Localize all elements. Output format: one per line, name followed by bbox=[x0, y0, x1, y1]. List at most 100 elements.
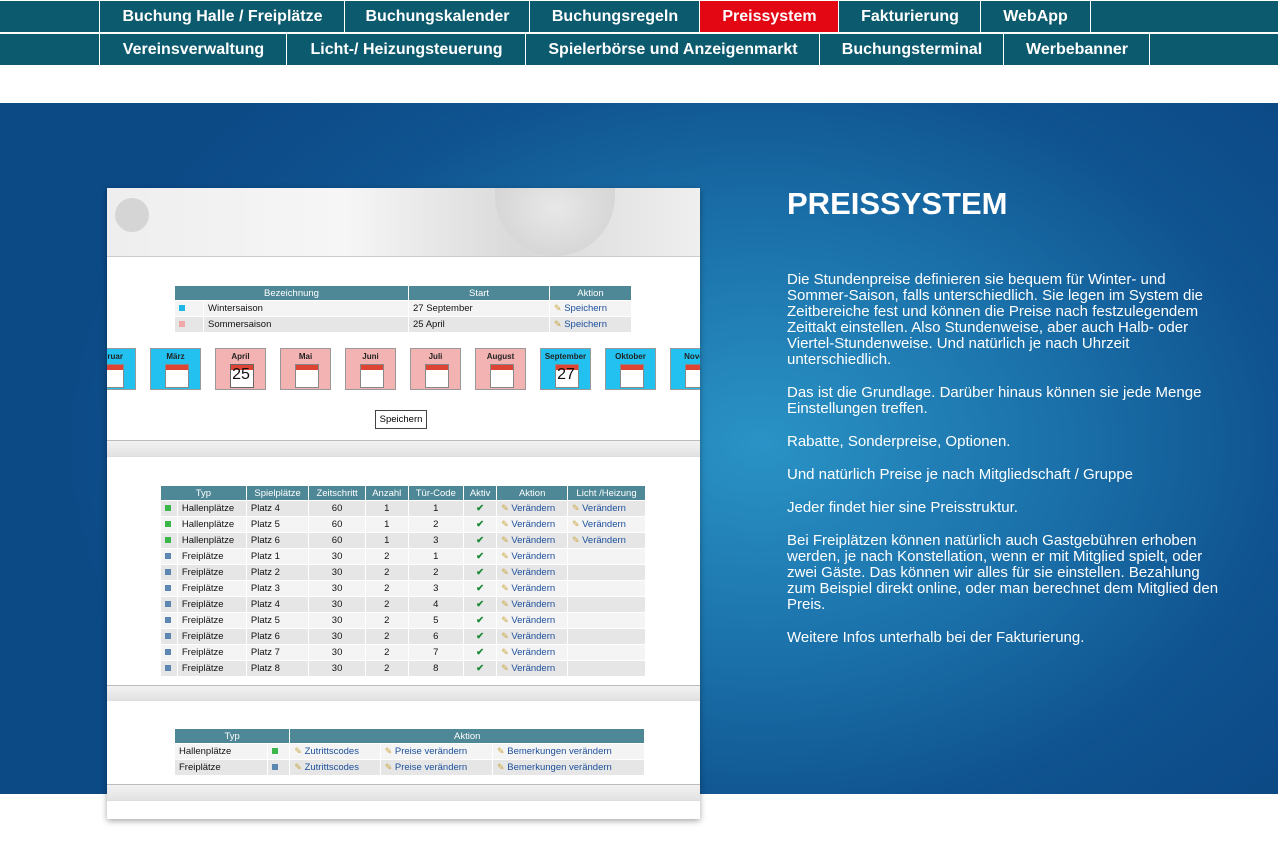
change-link[interactable]: ✎ Verändern bbox=[496, 596, 569, 613]
month-tile[interactable]: ebruar bbox=[107, 348, 136, 390]
change-link[interactable]: ✎ Verändern bbox=[496, 628, 569, 645]
edit-icon: ✎ bbox=[501, 583, 512, 593]
light-heating-link[interactable] bbox=[567, 596, 646, 613]
column-header: Licht /Heizung bbox=[567, 485, 646, 501]
table-row: Freiplätze Platz 4 30 2 4 ✔ ✎ Verändern bbox=[160, 596, 646, 613]
nav-item-buchungsterminal[interactable]: Buchungsterminal bbox=[819, 34, 1004, 65]
light-heating-link[interactable] bbox=[567, 628, 646, 645]
court-name: Platz 6 bbox=[245, 532, 310, 549]
light-heating-link[interactable] bbox=[567, 564, 646, 581]
footer-band bbox=[107, 784, 700, 801]
month-tile[interactable]: Nover bbox=[670, 348, 700, 390]
door-code: 2 bbox=[407, 516, 464, 533]
save-link[interactable]: ✎ Speichern bbox=[549, 316, 632, 333]
paragraph: Weitere Infos unterhalb bei der Fakturie… bbox=[787, 629, 1085, 646]
calendar-icon bbox=[490, 364, 514, 388]
light-heating-link[interactable] bbox=[567, 660, 646, 677]
nav-item-webapp[interactable]: WebApp bbox=[980, 1, 1091, 32]
nav-item-buchung-halle[interactable]: Buchung Halle / Freiplätze bbox=[99, 1, 345, 32]
color-swatch bbox=[160, 580, 178, 597]
preissystem-screenshot: Bezeichnung Start Aktion Wintersaison 27… bbox=[107, 188, 700, 819]
month-tile[interactable]: Juni bbox=[345, 348, 396, 390]
month-tile[interactable]: März bbox=[150, 348, 201, 390]
save-link[interactable]: ✎ Speichern bbox=[549, 300, 632, 317]
month-tile[interactable]: Mai bbox=[280, 348, 331, 390]
light-heating-link[interactable]: ✎ Verändern bbox=[567, 516, 646, 533]
month-tile[interactable]: August bbox=[475, 348, 526, 390]
column-header: Tür-Code bbox=[407, 485, 464, 501]
calendar-icon bbox=[685, 364, 700, 388]
active-check: ✔ bbox=[462, 532, 498, 549]
check-icon: ✔ bbox=[476, 663, 485, 674]
count: 2 bbox=[364, 628, 409, 645]
month-tile[interactable]: September 27 bbox=[540, 348, 591, 390]
nav-item-licht-heizung[interactable]: Licht-/ Heizungsteuerung bbox=[286, 34, 526, 65]
color-swatch bbox=[160, 500, 178, 517]
court-name: Platz 8 bbox=[245, 660, 310, 677]
hero-description: Die Stundenpreise definieren sie bequem … bbox=[787, 272, 1227, 663]
change-notes-link[interactable]: ✎ Bemerkungen verändern bbox=[492, 759, 645, 776]
nav-item-preissystem[interactable]: Preissystem bbox=[699, 1, 839, 32]
table-row: Freiplätze ✎ Zutrittscodes ✎ Preise verä… bbox=[174, 759, 645, 776]
light-heating-link[interactable] bbox=[567, 612, 646, 629]
court-name: Platz 5 bbox=[245, 612, 310, 629]
change-link[interactable]: ✎ Verändern bbox=[496, 532, 569, 549]
type-table: Typ Aktion Hallenplätze ✎ Zutrittscodes … bbox=[173, 728, 645, 776]
change-link[interactable]: ✎ Verändern bbox=[496, 564, 569, 581]
page-title: PREISSYSTEM bbox=[787, 186, 1008, 221]
nav-item-buchungsregeln[interactable]: Buchungsregeln bbox=[529, 1, 700, 32]
light-heating-link[interactable] bbox=[567, 644, 646, 661]
calendar-icon bbox=[360, 364, 384, 388]
player-image bbox=[495, 188, 615, 256]
change-link[interactable]: ✎ Verändern bbox=[496, 548, 569, 565]
month-tile[interactable]: Juli bbox=[410, 348, 461, 390]
nav-item-vereinsverwaltung[interactable]: Vereinsverwaltung bbox=[99, 34, 287, 65]
table-row: Freiplätze Platz 3 30 2 3 ✔ ✎ Verändern bbox=[160, 580, 646, 597]
change-prices-link[interactable]: ✎ Preise verändern bbox=[379, 759, 494, 776]
month-tile[interactable]: Oktober bbox=[605, 348, 656, 390]
column-header: Zeitschritt bbox=[308, 485, 366, 501]
court-name: Platz 4 bbox=[245, 596, 310, 613]
count: 2 bbox=[364, 660, 409, 677]
tennis-ball-image bbox=[115, 198, 149, 232]
change-link[interactable]: ✎ Verändern bbox=[496, 580, 569, 597]
table-row: Freiplätze Platz 7 30 2 7 ✔ ✎ Verändern bbox=[160, 644, 646, 661]
light-heating-link[interactable] bbox=[567, 580, 646, 597]
check-icon: ✔ bbox=[476, 567, 485, 578]
light-heating-link[interactable]: ✎ Verändern bbox=[567, 500, 646, 517]
change-notes-link[interactable]: ✎ Bemerkungen verändern bbox=[492, 743, 645, 760]
change-link[interactable]: ✎ Verändern bbox=[496, 660, 569, 677]
count: 2 bbox=[364, 548, 409, 565]
table-row: Freiplätze Platz 5 30 2 5 ✔ ✎ Verändern bbox=[160, 612, 646, 629]
season-start: 25 April bbox=[408, 316, 551, 333]
nav-item-spielerboerse[interactable]: Spielerbörse und Anzeigenmarkt bbox=[525, 34, 820, 65]
season-start: 27 September bbox=[408, 300, 551, 317]
light-heating-link[interactable] bbox=[567, 548, 646, 565]
access-codes-link[interactable]: ✎ Zutrittscodes bbox=[289, 759, 381, 776]
color-swatch bbox=[160, 628, 178, 645]
column-header: Aktion bbox=[496, 485, 569, 501]
color-swatch bbox=[160, 612, 178, 629]
light-heating-link[interactable]: ✎ Verändern bbox=[567, 532, 646, 549]
change-link[interactable]: ✎ Verändern bbox=[496, 612, 569, 629]
check-icon: ✔ bbox=[476, 535, 485, 546]
nav-item-fakturierung[interactable]: Fakturierung bbox=[838, 1, 981, 32]
active-check: ✔ bbox=[462, 548, 498, 565]
change-link[interactable]: ✎ Verändern bbox=[496, 500, 569, 517]
court-name: Platz 3 bbox=[245, 580, 310, 597]
court-type: Hallenplätze bbox=[176, 500, 247, 517]
nav-item-buchungskalender[interactable]: Buchungskalender bbox=[344, 1, 530, 32]
access-codes-link[interactable]: ✎ Zutrittscodes bbox=[289, 743, 381, 760]
change-prices-link[interactable]: ✎ Preise verändern bbox=[379, 743, 494, 760]
nav-item-werbebanner[interactable]: Werbebanner bbox=[1003, 34, 1150, 65]
column-header: Aktion bbox=[549, 285, 632, 301]
edit-icon: ✎ bbox=[501, 519, 512, 529]
month-tile[interactable]: April 25 bbox=[215, 348, 266, 390]
change-link[interactable]: ✎ Verändern bbox=[496, 516, 569, 533]
save-button[interactable]: Speichern bbox=[375, 410, 427, 429]
change-link[interactable]: ✎ Verändern bbox=[496, 644, 569, 661]
time-step: 30 bbox=[308, 612, 366, 629]
divider-band bbox=[107, 685, 700, 701]
column-header: Spielplätze bbox=[245, 485, 310, 501]
nav-row-2: Vereinsverwaltung Licht-/ Heizungsteueru… bbox=[0, 34, 1278, 65]
